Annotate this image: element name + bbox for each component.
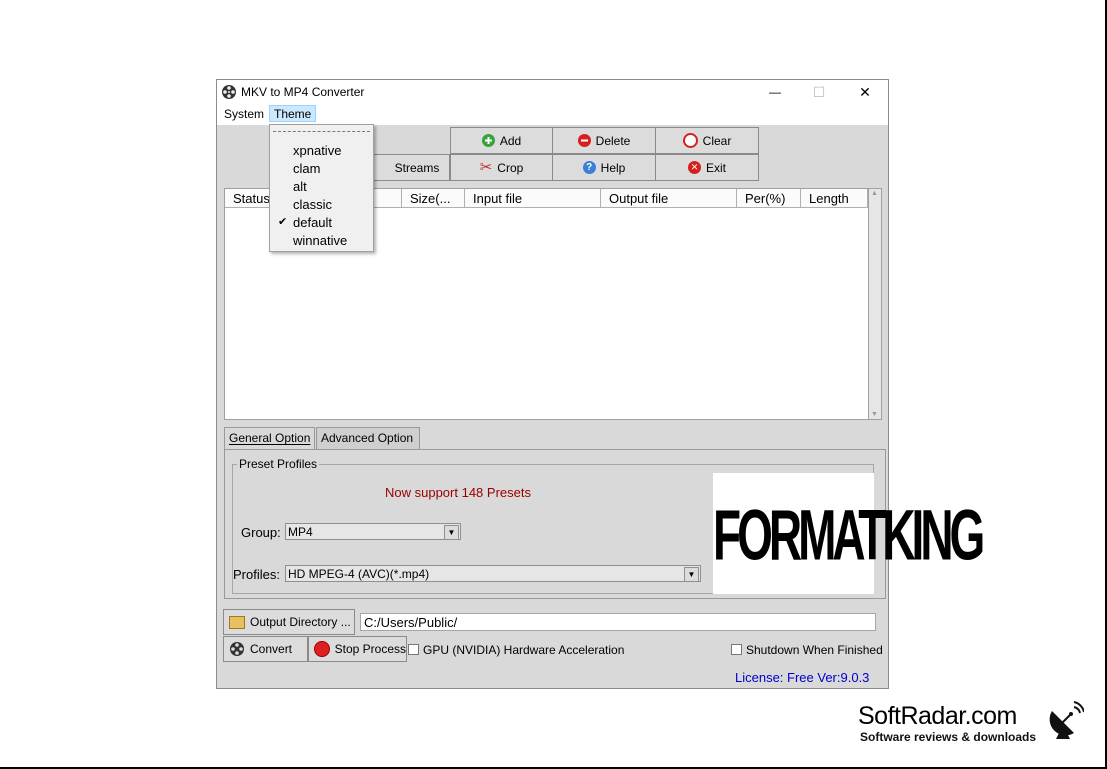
theme-option-winnative[interactable]: winnative xyxy=(270,232,373,250)
gpu-acceleration-label[interactable]: GPU (NVIDIA) Hardware Acceleration xyxy=(423,643,624,657)
exit-icon: ✕ xyxy=(687,161,701,174)
logo-text: FORMATKING xyxy=(713,494,985,576)
scissors-icon: ✂ xyxy=(479,159,493,176)
delete-button[interactable]: Delete xyxy=(552,127,656,154)
theme-option-alt[interactable]: alt xyxy=(270,178,373,196)
theme-option-clam[interactable]: clam xyxy=(270,160,373,178)
preset-support-text: Now support 148 Presets xyxy=(385,485,531,500)
close-button[interactable]: ✕ xyxy=(845,82,885,102)
column-header-percent[interactable]: Per(%) xyxy=(737,189,801,208)
delete-icon xyxy=(577,134,591,147)
shutdown-checkbox[interactable] xyxy=(731,644,742,655)
stop-process-label: Stop Process xyxy=(334,642,406,656)
stop-icon xyxy=(314,641,330,657)
gpu-acceleration-checkbox[interactable] xyxy=(408,644,419,655)
checkmark-icon: ✔ xyxy=(278,216,288,228)
softradar-tagline: Software reviews & downloads xyxy=(860,730,1037,744)
output-directory-button[interactable]: Output Directory ... xyxy=(223,609,355,635)
column-header-size[interactable]: Size(... xyxy=(402,189,465,208)
theme-option-classic[interactable]: classic xyxy=(270,196,373,214)
tab-general-option[interactable]: General Option xyxy=(224,427,315,449)
convert-button[interactable]: Convert xyxy=(223,636,308,662)
scroll-down-arrow-icon: ▼ xyxy=(871,411,878,418)
menu-theme[interactable]: Theme xyxy=(269,105,317,122)
maximize-button[interactable]: ☐ xyxy=(799,82,839,102)
clear-button[interactable]: Clear xyxy=(655,127,759,154)
app-film-reel-icon xyxy=(221,84,237,100)
help-label: Help xyxy=(600,160,626,175)
tab-advanced-option[interactable]: Advanced Option xyxy=(316,427,420,449)
theme-dropdown-menu: xpnative clam alt classic default ✔ winn… xyxy=(269,124,374,252)
scroll-up-arrow-icon: ▲ xyxy=(871,190,878,197)
window-title: MKV to MP4 Converter xyxy=(241,85,365,99)
crop-label: Crop xyxy=(497,160,524,175)
menu-system[interactable]: System xyxy=(220,106,268,123)
chevron-down-icon: ▼ xyxy=(444,525,459,540)
title-bar[interactable]: MKV to MP4 Converter — ☐ ✕ xyxy=(217,80,888,104)
exit-button[interactable]: ✕ Exit xyxy=(655,154,759,181)
convert-film-reel-icon xyxy=(229,641,245,657)
file-list-scrollbar[interactable]: ▲ ▼ xyxy=(868,188,882,420)
streams-label: Streams xyxy=(394,160,440,175)
add-button[interactable]: Add xyxy=(450,127,553,154)
theme-option-xpnative[interactable]: xpnative xyxy=(270,142,373,160)
column-header-length[interactable]: Length xyxy=(801,189,868,208)
chevron-down-icon: ▼ xyxy=(684,567,699,582)
help-icon: ? xyxy=(582,161,596,174)
profiles-select-value: HD MPEG-4 (AVC)(*.mp4) xyxy=(288,567,430,581)
delete-label: Delete xyxy=(595,133,631,148)
exit-label: Exit xyxy=(705,160,726,175)
tearoff-line[interactable] xyxy=(273,131,370,132)
minimize-button[interactable]: — xyxy=(755,82,795,102)
profiles-label: Profiles: xyxy=(233,567,280,582)
clear-label: Clear xyxy=(702,133,732,148)
output-path-input[interactable]: C:/Users/Public/ xyxy=(360,613,876,631)
streams-button[interactable]: Streams xyxy=(372,154,450,181)
clear-icon xyxy=(682,133,698,148)
group-select[interactable]: MP4 ▼ xyxy=(285,523,461,540)
folder-icon xyxy=(229,615,245,629)
group-label: Group: xyxy=(241,525,281,540)
shutdown-label[interactable]: Shutdown When Finished xyxy=(746,643,883,657)
satellite-dish-icon xyxy=(1048,701,1085,741)
add-icon xyxy=(481,134,495,147)
column-header-input-file[interactable]: Input file xyxy=(465,189,601,208)
output-directory-label: Output Directory ... xyxy=(250,615,351,629)
group-select-value: MP4 xyxy=(288,525,313,539)
stop-process-button[interactable]: Stop Process xyxy=(308,636,407,662)
formatking-logo: FORMATKING xyxy=(713,473,985,594)
menu-bar: System Theme xyxy=(217,104,888,125)
column-header-output-file[interactable]: Output file xyxy=(601,189,737,208)
license-text: License: Free Ver:9.0.3 xyxy=(735,670,870,685)
profiles-select[interactable]: HD MPEG-4 (AVC)(*.mp4) ▼ xyxy=(285,565,701,582)
help-button[interactable]: ? Help xyxy=(552,154,656,181)
crop-button[interactable]: ✂ Crop xyxy=(450,154,553,181)
add-label: Add xyxy=(499,133,522,148)
softradar-brand: SoftRadar.com xyxy=(858,702,1017,730)
preset-profiles-title: Preset Profiles xyxy=(237,457,320,471)
convert-label: Convert xyxy=(250,642,293,656)
